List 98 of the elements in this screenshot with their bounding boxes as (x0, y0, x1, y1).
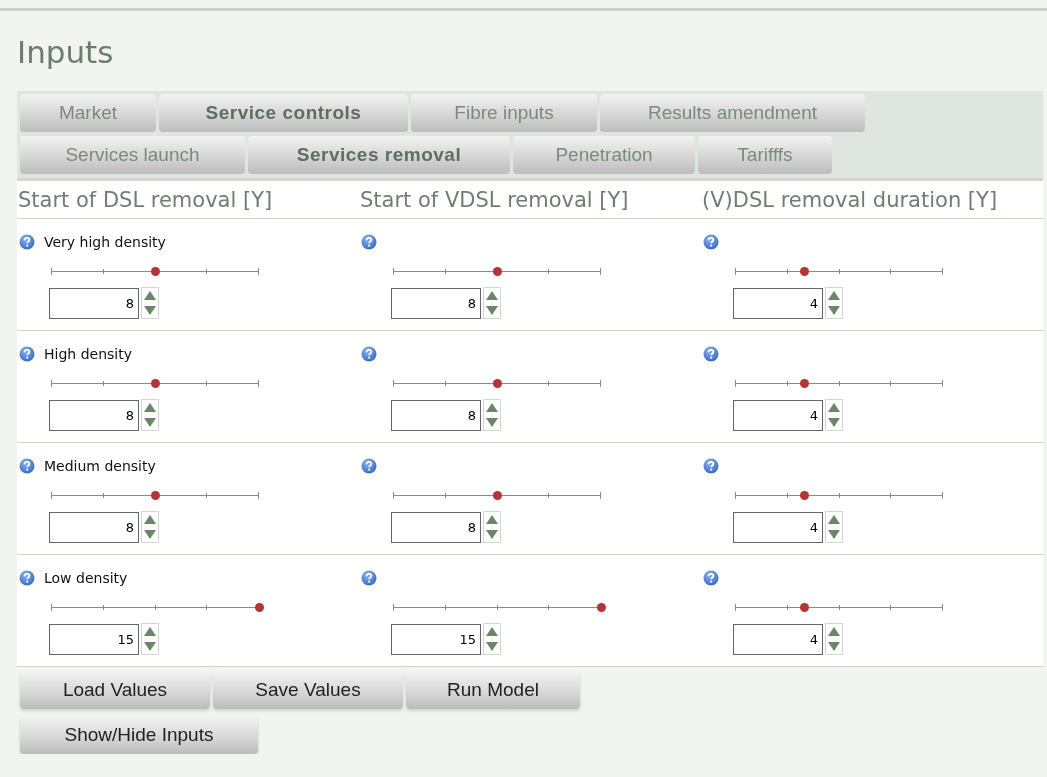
down-triangle-icon (828, 418, 840, 427)
column-header: Start of DSL removal [Y] (17, 187, 274, 212)
spin-up-button[interactable] (826, 400, 842, 415)
spin-up-button[interactable] (142, 400, 158, 415)
help-icon[interactable] (19, 458, 35, 474)
action-button[interactable]: Run Model (406, 671, 580, 709)
slider-thumb[interactable] (493, 267, 502, 276)
up-triangle-icon (486, 291, 498, 300)
down-triangle-icon (828, 530, 840, 539)
spin-up-button[interactable] (826, 512, 842, 527)
slider-thumb[interactable] (151, 491, 160, 500)
up-triangle-icon (828, 515, 840, 524)
slider-thumb[interactable] (597, 603, 606, 612)
down-triangle-icon (486, 642, 498, 651)
spin-down-button[interactable] (826, 303, 842, 318)
spin-down-button[interactable] (484, 303, 500, 318)
up-triangle-icon (486, 515, 498, 524)
spin-down-button[interactable] (484, 415, 500, 430)
row-label: Very high density (44, 234, 166, 250)
action-button[interactable]: Save Values (213, 671, 403, 709)
spin-down-button[interactable] (142, 527, 158, 542)
row-label: Medium density (44, 458, 156, 474)
spin-up-button[interactable] (142, 512, 158, 527)
input-field[interactable]: 8 (49, 287, 139, 319)
input-field[interactable]: 8 (391, 287, 481, 319)
input-field[interactable]: 15 (49, 623, 139, 655)
up-triangle-icon (486, 627, 498, 636)
spin-down-button[interactable] (142, 415, 158, 430)
help-icon[interactable] (703, 458, 719, 474)
up-triangle-icon (144, 515, 156, 524)
column-header: (V)DSL removal duration [Y] (701, 187, 999, 212)
spin-down-button[interactable] (484, 639, 500, 654)
slider-thumb[interactable] (799, 603, 809, 612)
spin-down-button[interactable] (142, 639, 158, 654)
tab[interactable]: Service controls (159, 94, 408, 132)
spin-up-button[interactable] (826, 624, 842, 639)
slider-thumb[interactable] (151, 379, 160, 388)
up-triangle-icon (144, 627, 156, 636)
spin-down-button[interactable] (142, 303, 158, 318)
spin-up-button[interactable] (142, 288, 158, 303)
down-triangle-icon (486, 418, 498, 427)
down-triangle-icon (828, 642, 840, 651)
up-triangle-icon (486, 403, 498, 412)
slider-thumb[interactable] (493, 379, 502, 388)
help-icon[interactable] (361, 346, 377, 362)
slider-thumb[interactable] (799, 491, 809, 500)
down-triangle-icon (486, 530, 498, 539)
spin-down-button[interactable] (826, 639, 842, 654)
down-triangle-icon (144, 530, 156, 539)
spin-up-button[interactable] (142, 624, 158, 639)
up-triangle-icon (144, 291, 156, 300)
spin-down-button[interactable] (484, 527, 500, 542)
up-triangle-icon (828, 291, 840, 300)
up-triangle-icon (144, 403, 156, 412)
spin-up-button[interactable] (484, 624, 500, 639)
help-icon[interactable] (19, 570, 35, 586)
help-icon[interactable] (361, 234, 377, 250)
input-field[interactable]: 8 (49, 511, 139, 543)
down-triangle-icon (486, 306, 498, 315)
row-label: High density (44, 346, 132, 362)
help-icon[interactable] (361, 458, 377, 474)
down-triangle-icon (828, 306, 840, 315)
slider-thumb[interactable] (799, 379, 809, 388)
down-triangle-icon (144, 306, 156, 315)
spin-down-button[interactable] (826, 527, 842, 542)
slider-thumb[interactable] (151, 267, 160, 276)
up-triangle-icon (828, 403, 840, 412)
input-field[interactable]: 4 (733, 623, 823, 655)
input-field[interactable]: 4 (733, 511, 823, 543)
help-icon[interactable] (19, 346, 35, 362)
help-icon[interactable] (703, 346, 719, 362)
tab[interactable]: Services removal (248, 136, 510, 174)
help-icon[interactable] (361, 570, 377, 586)
slider-thumb[interactable] (255, 603, 264, 612)
spin-down-button[interactable] (826, 415, 842, 430)
slider-thumb[interactable] (493, 491, 502, 500)
column-header: Start of VDSL removal [Y] (359, 187, 630, 212)
up-triangle-icon (828, 627, 840, 636)
input-field[interactable]: 4 (733, 287, 823, 319)
help-icon[interactable] (19, 234, 35, 250)
row-label: Low density (44, 570, 128, 586)
action-button[interactable]: Show/Hide Inputs (20, 716, 258, 754)
spin-up-button[interactable] (826, 288, 842, 303)
input-field[interactable]: 8 (391, 511, 481, 543)
down-triangle-icon (144, 418, 156, 427)
spin-up-button[interactable] (484, 400, 500, 415)
help-icon[interactable] (703, 570, 719, 586)
input-field[interactable]: 8 (49, 399, 139, 431)
help-icon[interactable] (703, 234, 719, 250)
action-button[interactable]: Load Values (20, 671, 210, 709)
spin-up-button[interactable] (484, 288, 500, 303)
input-field[interactable]: 4 (733, 399, 823, 431)
input-field[interactable]: 8 (391, 399, 481, 431)
slider-thumb[interactable] (799, 267, 809, 276)
down-triangle-icon (144, 642, 156, 651)
input-field[interactable]: 15 (391, 623, 481, 655)
spin-up-button[interactable] (484, 512, 500, 527)
page-title: Inputs (16, 33, 115, 72)
